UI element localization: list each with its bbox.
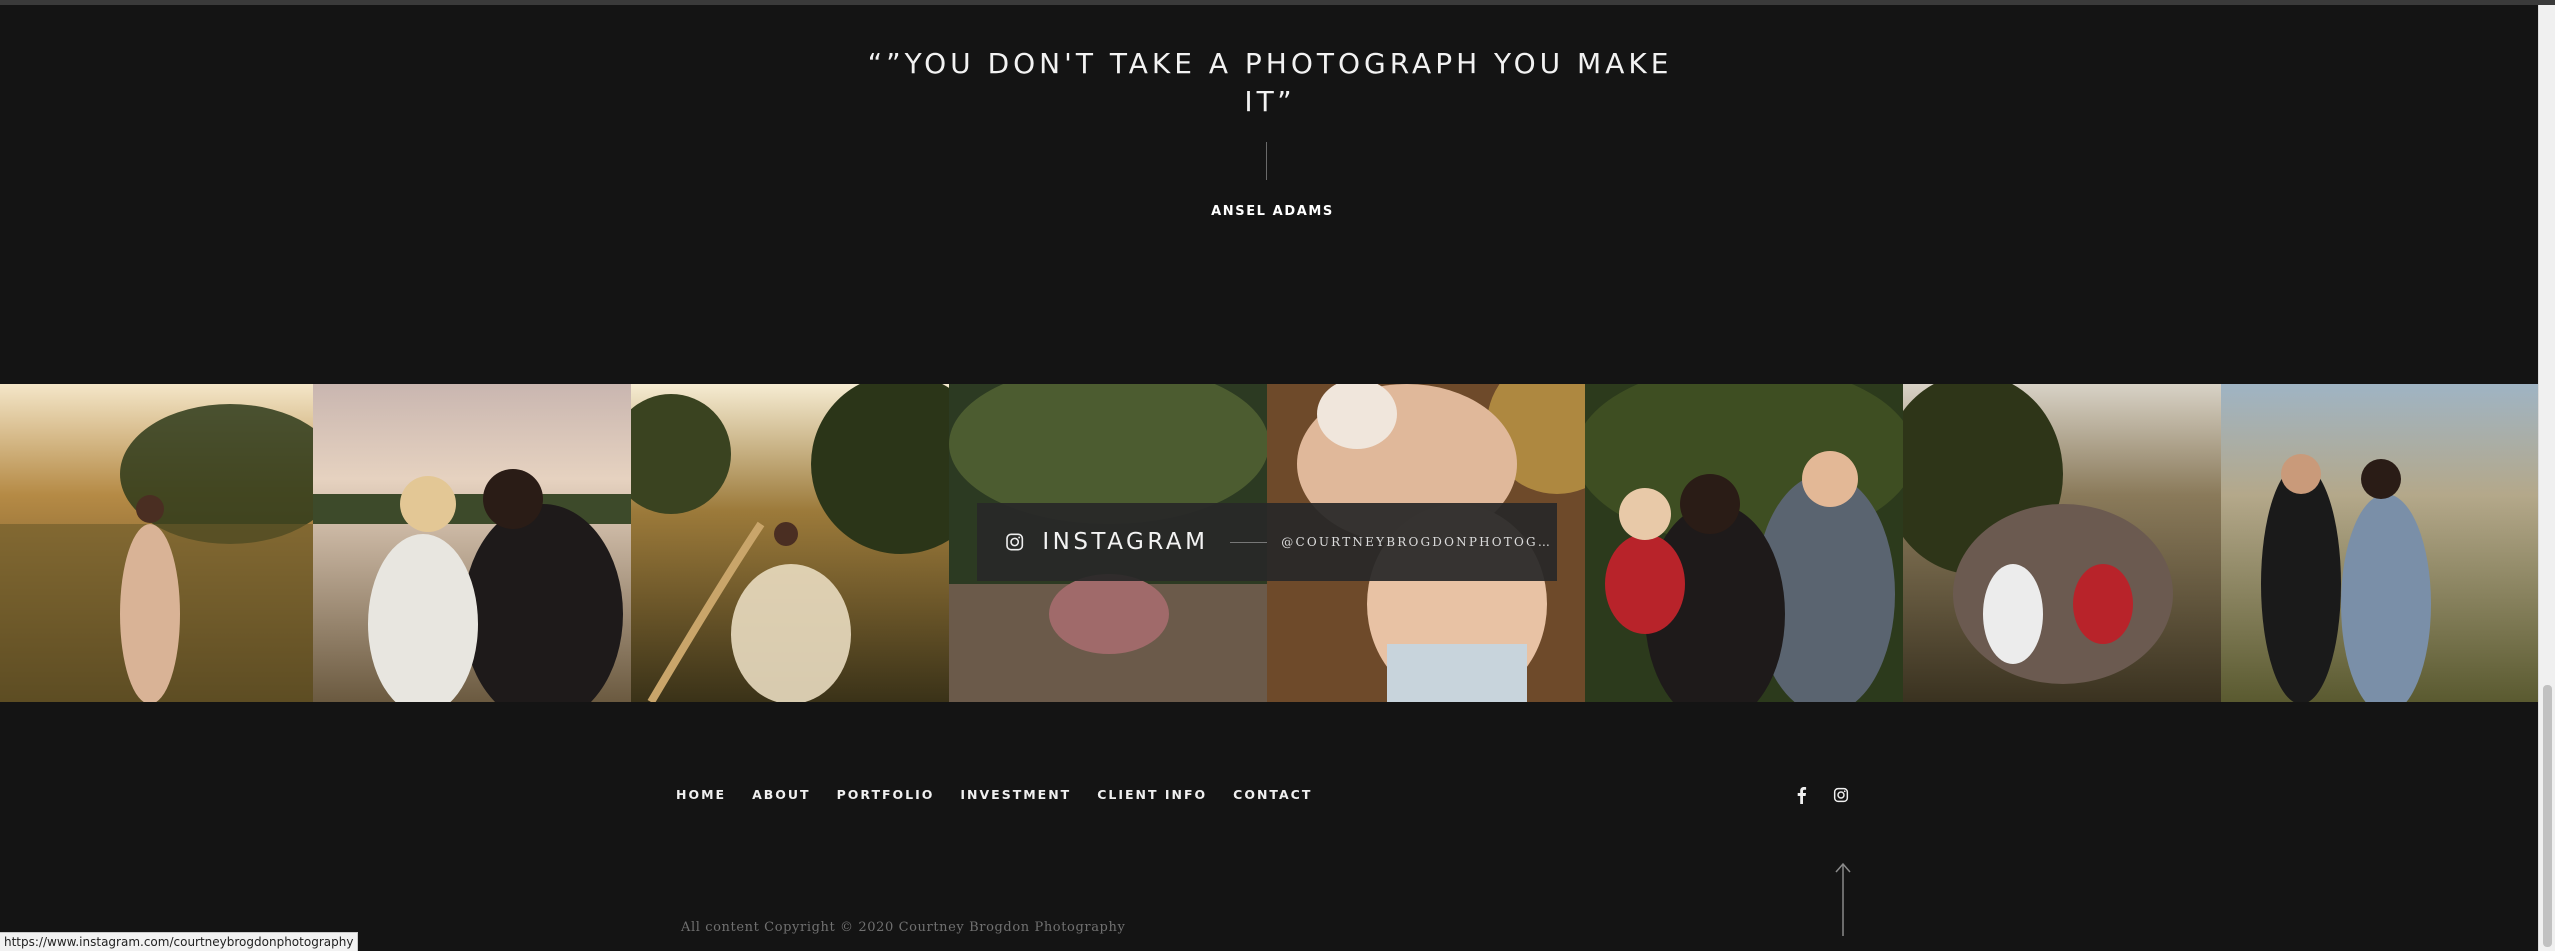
instagram-photo[interactable]	[631, 384, 949, 702]
browser-status-bar-url: https://www.instagram.com/courtneybrogdo…	[0, 932, 359, 951]
scrollbar[interactable]	[2538, 5, 2555, 951]
instagram-photo[interactable]	[2221, 384, 2538, 702]
scrollbar-thumb[interactable]	[2543, 685, 2552, 947]
instagram-photo[interactable]	[1585, 384, 1903, 702]
footer-nav: HOME ABOUT PORTFOLIO INVESTMENT CLIENT I…	[676, 787, 1338, 802]
instagram-photo[interactable]	[313, 384, 631, 702]
nav-portfolio[interactable]: PORTFOLIO	[837, 787, 935, 802]
instagram-photo[interactable]	[0, 384, 313, 702]
instagram-icon[interactable]	[1830, 784, 1852, 806]
instagram-link-overlay[interactable]: INSTAGRAM @COURTNEYBROGDONPHOTOGRA…	[977, 503, 1557, 581]
facebook-icon[interactable]	[1790, 784, 1812, 806]
quote-text: “”YOU DON'T TAKE A PHOTOGRAPH YOU MAKE I…	[867, 47, 1673, 118]
nav-contact[interactable]: CONTACT	[1233, 787, 1312, 802]
nav-investment[interactable]: INVESTMENT	[960, 787, 1071, 802]
divider	[1230, 541, 1268, 543]
arrow-up-icon[interactable]	[1833, 862, 1853, 936]
nav-client-info[interactable]: CLIENT INFO	[1097, 787, 1207, 802]
instagram-title: INSTAGRAM	[1042, 529, 1209, 555]
nav-about[interactable]: ABOUT	[752, 787, 811, 802]
quote-author: ANSEL ADAMS	[1211, 204, 1334, 219]
nav-home[interactable]: HOME	[676, 787, 726, 802]
instagram-photo[interactable]	[1903, 384, 2221, 702]
instagram-handle: @COURTNEYBROGDONPHOTOGRA…	[1281, 535, 1557, 549]
instagram-icon	[1006, 533, 1024, 551]
quote-divider	[1266, 142, 1267, 180]
copyright-text: All content Copyright © 2020 Courtney Br…	[681, 920, 1126, 935]
